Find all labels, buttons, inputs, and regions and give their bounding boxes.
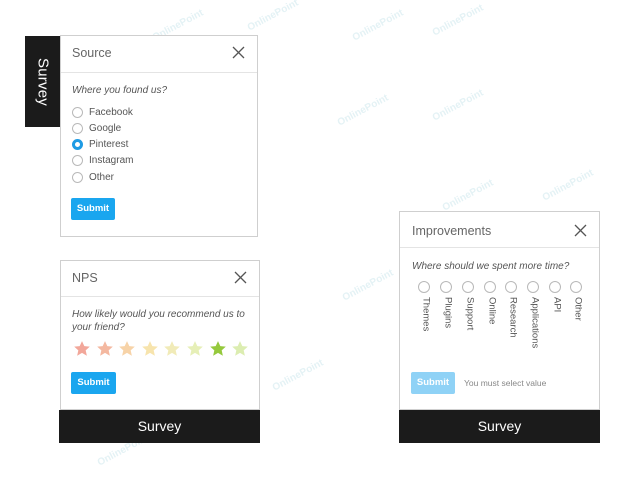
star-icon[interactable] bbox=[209, 340, 227, 358]
watermark-text: OnlinePoint bbox=[540, 167, 596, 204]
radio-button[interactable] bbox=[527, 281, 539, 293]
star-icon[interactable] bbox=[186, 340, 204, 358]
star-icon[interactable] bbox=[118, 340, 136, 358]
radio-button[interactable] bbox=[440, 281, 452, 293]
card-title: Improvements bbox=[412, 224, 492, 238]
option-support[interactable]: Support bbox=[461, 281, 476, 330]
option-label: Support bbox=[464, 297, 476, 331]
option-label: Research bbox=[507, 297, 519, 338]
star-icon[interactable] bbox=[141, 340, 159, 358]
watermark-text: OnlinePoint bbox=[350, 7, 406, 44]
survey-footer-bar[interactable]: Survey bbox=[399, 410, 600, 443]
nps-survey-card: NPS How likely would you recommend us to… bbox=[60, 260, 260, 410]
watermark-text: OnlinePoint bbox=[430, 87, 486, 124]
close-icon[interactable] bbox=[234, 271, 247, 284]
survey-footer-bar[interactable]: Survey bbox=[59, 410, 260, 443]
close-icon[interactable] bbox=[574, 224, 587, 237]
close-icon[interactable] bbox=[232, 46, 245, 59]
radio-button[interactable] bbox=[570, 281, 582, 293]
watermark-text: OnlinePoint bbox=[440, 177, 496, 214]
submit-button[interactable]: Submit bbox=[71, 198, 115, 220]
radio-option-instagram[interactable]: Instagram bbox=[72, 153, 133, 167]
survey-side-tab-label: Survey bbox=[34, 57, 51, 106]
radio-button-selected[interactable] bbox=[72, 138, 83, 150]
option-research[interactable]: Research bbox=[504, 281, 519, 338]
option-other[interactable]: Other bbox=[569, 281, 584, 321]
star-icon[interactable] bbox=[231, 340, 249, 358]
option-label: Google bbox=[89, 122, 122, 134]
radio-button[interactable] bbox=[484, 281, 496, 293]
radio-button[interactable] bbox=[505, 281, 517, 293]
submit-button[interactable]: Submit bbox=[71, 372, 116, 394]
improvements-survey-card: Improvements Where should we spent more … bbox=[399, 211, 600, 410]
watermark-text: OnlinePoint bbox=[270, 357, 326, 394]
radio-button[interactable] bbox=[72, 171, 83, 183]
star-icon[interactable] bbox=[73, 340, 91, 358]
option-label: Plugins bbox=[442, 297, 454, 329]
option-applications[interactable]: Applications bbox=[526, 281, 541, 348]
submit-button[interactable]: Submit bbox=[411, 372, 455, 394]
radio-button[interactable] bbox=[72, 154, 83, 166]
survey-side-tab[interactable]: Survey bbox=[25, 36, 60, 127]
option-plugins[interactable]: Plugins bbox=[439, 281, 454, 328]
option-label: Pinterest bbox=[89, 138, 129, 150]
star-icon[interactable] bbox=[163, 340, 181, 358]
question-text: Where you found us? bbox=[72, 85, 168, 96]
star-icon[interactable] bbox=[96, 340, 114, 358]
option-label: Other bbox=[89, 171, 115, 183]
survey-footer-label: Survey bbox=[137, 418, 182, 434]
option-label: Other bbox=[572, 297, 584, 321]
radio-button[interactable] bbox=[72, 106, 83, 118]
option-label: Facebook bbox=[89, 106, 133, 118]
validation-error-text: You must select value bbox=[464, 378, 547, 388]
option-online[interactable]: Online bbox=[483, 281, 498, 324]
radio-option-pinterest[interactable]: Pinterest bbox=[72, 137, 128, 151]
option-label: Instagram bbox=[89, 154, 134, 166]
radio-button[interactable] bbox=[72, 122, 83, 134]
option-label: Online bbox=[486, 297, 498, 325]
options-area: Themes Plugins Support Online Research A… bbox=[400, 247, 599, 348]
survey-footer-label: Survey bbox=[477, 418, 522, 434]
radio-button[interactable] bbox=[462, 281, 474, 293]
watermark-text: OnlinePoint bbox=[340, 267, 396, 304]
radio-option-google[interactable]: Google bbox=[72, 121, 121, 135]
question-text: How likely would you recommend us to bbox=[72, 309, 245, 320]
card-title: Source bbox=[72, 46, 112, 60]
watermark-text: OnlinePoint bbox=[430, 2, 486, 39]
option-label: Themes bbox=[420, 297, 432, 332]
option-label: API bbox=[551, 297, 563, 313]
divider bbox=[61, 72, 257, 73]
source-survey-card: Source Where you found us? Facebook Goog… bbox=[60, 35, 258, 237]
radio-button[interactable] bbox=[418, 281, 430, 293]
divider bbox=[61, 296, 259, 297]
radio-option-other[interactable]: Other bbox=[72, 170, 114, 184]
question-text: your friend? bbox=[72, 322, 125, 333]
radio-option-facebook[interactable]: Facebook bbox=[72, 105, 133, 119]
radio-button[interactable] bbox=[549, 281, 561, 293]
option-api[interactable]: API bbox=[548, 281, 563, 312]
card-title: NPS bbox=[72, 271, 98, 285]
watermark-text: OnlinePoint bbox=[335, 92, 391, 129]
star-rating bbox=[73, 340, 254, 358]
option-label: Applications bbox=[529, 297, 541, 349]
option-themes[interactable]: Themes bbox=[417, 281, 432, 331]
watermark-text: OnlinePoint bbox=[245, 0, 301, 34]
